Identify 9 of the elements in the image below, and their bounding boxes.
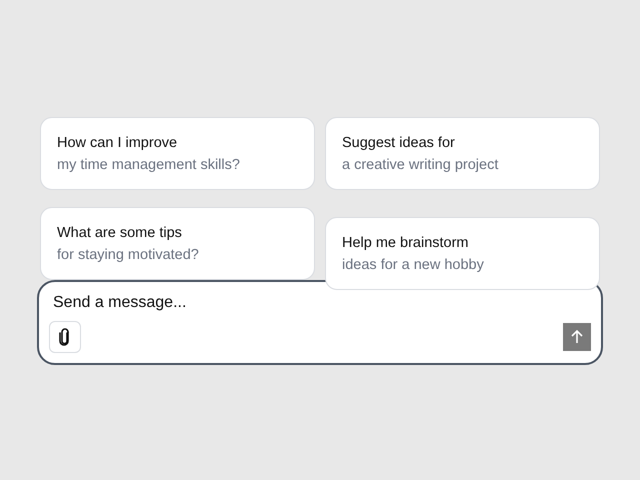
suggestion-card[interactable]: Help me brainstorm ideas for a new hobby (325, 217, 600, 290)
send-button[interactable] (563, 323, 591, 351)
message-input[interactable]: Send a message... (53, 294, 591, 312)
attach-button[interactable] (49, 321, 81, 353)
suggestion-card[interactable]: What are some tips for staying motivated? (40, 207, 315, 280)
arrow-up-icon (569, 329, 585, 345)
suggestion-card[interactable]: How can I improve my time management skills? (40, 117, 315, 190)
suggestion-card[interactable]: Suggest ideas for a creative writing project (325, 117, 600, 190)
paperclip-icon (58, 328, 72, 346)
